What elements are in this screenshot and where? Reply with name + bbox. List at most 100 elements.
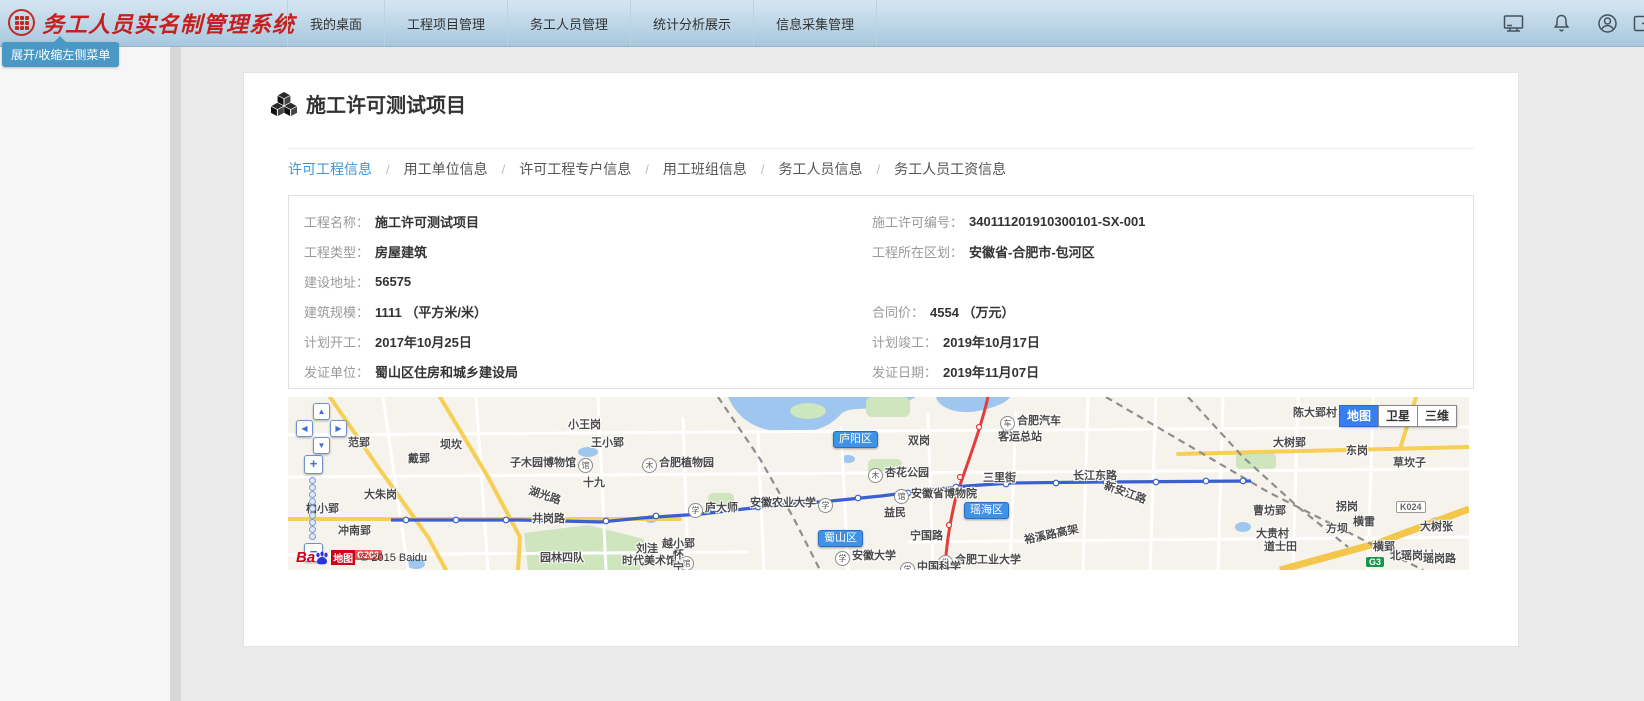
map-label: 十九: [583, 477, 605, 490]
field-building-scale: 建筑规模： 1111 （平方米/米）: [304, 302, 872, 321]
map-label: 大树郢: [1273, 437, 1306, 450]
tab-special-account-info[interactable]: 许可工程专户信息: [519, 159, 631, 179]
map-label: 怀宁: [673, 549, 687, 570]
map-label: 戴郢: [408, 453, 430, 466]
map-label: 井岗路: [532, 513, 565, 526]
poi-icon: 馆: [894, 489, 909, 504]
map-label: 学中国科学: [898, 561, 961, 570]
tab-permit-project-info[interactable]: 许可工程信息: [288, 159, 372, 179]
field-row: 建设地址： 56575: [304, 266, 1473, 296]
nav-statistics[interactable]: 统计分析展示: [630, 0, 753, 46]
map-label: 木合肥植物园: [640, 457, 714, 473]
page-title-row: 施工许可测试项目: [271, 89, 1518, 118]
map-label: 小王岗: [568, 419, 601, 432]
baidu-paw-icon: [315, 551, 329, 565]
collapsed-sidebar: [0, 46, 170, 701]
nav-project-management[interactable]: 工程项目管理: [384, 0, 507, 46]
tab-employer-info[interactable]: 用工单位信息: [404, 159, 488, 179]
nav-my-desktop[interactable]: 我的桌面: [287, 0, 384, 46]
map-label: K024: [1396, 501, 1426, 513]
poi-icon: 学: [900, 562, 915, 570]
map-label: 益民: [884, 507, 906, 520]
tab-separator: /: [645, 162, 649, 177]
map-label: 横雷: [1353, 516, 1375, 529]
grid-menu-icon: [15, 16, 29, 30]
field-row: 发证单位： 蜀山区住房和城乡建设局 发证日期： 2019年11月07日: [304, 356, 1473, 386]
nav-worker-management[interactable]: 务工人员管理: [507, 0, 630, 46]
project-fields-panel: 工程名称： 施工许可测试项目 施工许可编号： 34011120191030010…: [288, 195, 1474, 389]
logout-icon[interactable]: [1632, 12, 1644, 35]
map-label: 王小郢: [591, 437, 624, 450]
field-row: 工程名称： 施工许可测试项目 施工许可编号： 34011120191030010…: [304, 206, 1473, 236]
page-title: 施工许可测试项目: [306, 89, 466, 118]
field-row: 工程类型： 房屋建筑 工程所在区划： 安徽省-合肥市-包河区: [304, 236, 1473, 266]
map-label: 曹坊郢: [1253, 505, 1286, 518]
map-type-switcher: 地图 卫星 三维: [1340, 405, 1457, 427]
map-type-3d-button[interactable]: 三维: [1417, 405, 1457, 427]
map-label: 蜀山区: [818, 530, 863, 547]
map-label: 东岗: [1346, 445, 1368, 458]
app-title: 务工人员实名制管理系统: [42, 7, 295, 39]
map-label: 冲南郢: [338, 525, 371, 538]
pan-up-button[interactable]: ▲: [313, 403, 330, 420]
map-label: 双岗: [908, 435, 930, 448]
map-label: 瑶海区: [964, 502, 1009, 519]
map-label: 学庐大师: [686, 502, 738, 518]
pan-left-button[interactable]: ◀: [296, 420, 313, 437]
map-type-map-button[interactable]: 地图: [1339, 405, 1379, 427]
map-label: 宁国路: [910, 530, 943, 543]
map-label: 木杏花公园: [866, 467, 929, 483]
sidebar-toggle-button[interactable]: [8, 9, 35, 36]
map-label: 学安徽大学: [833, 550, 896, 566]
map-label: 坝坎: [440, 439, 462, 452]
detail-tabs: 许可工程信息 / 用工单位信息 / 许可工程专户信息 / 用工班组信息 / 务工…: [288, 148, 1474, 179]
tab-work-team-info[interactable]: 用工班组信息: [663, 159, 747, 179]
poi-icon: 学: [818, 498, 833, 513]
top-header: 务工人员实名制管理系统 我的桌面 工程项目管理 务工人员管理 统计分析展示 信息…: [0, 0, 1644, 47]
map-label: 大贵村: [1256, 528, 1289, 541]
map-label: 安徽农业大学学: [750, 497, 835, 513]
field-permit-number: 施工许可编号： 340111201910300101-SX-001: [872, 212, 1145, 231]
map-label: 陈大郢村: [1293, 407, 1337, 420]
field-project-type: 工程类型： 房屋建筑: [304, 242, 872, 261]
map-label: 馆安徽省博物院: [892, 488, 977, 504]
field-project-name: 工程名称： 施工许可测试项目: [304, 212, 872, 231]
baidu-map[interactable]: 庐阳区瑶海区蜀山区G206G3K024范郢坝坎戴郢大朱岗柏小郢冲南郢小王岗王小郢…: [288, 397, 1469, 570]
cubes-icon: [271, 92, 297, 116]
poi-icon: 木: [642, 458, 657, 473]
map-label: 园林四队: [540, 552, 584, 565]
field-planned-completion: 计划竣工： 2019年10月17日: [872, 332, 1040, 351]
sidebar-divider[interactable]: [170, 46, 181, 701]
zoom-slider[interactable]: [309, 477, 317, 540]
map-label: 方坝: [1326, 523, 1348, 536]
zoom-in-button[interactable]: +: [304, 455, 323, 474]
nav-info-collection[interactable]: 信息采集管理: [753, 0, 877, 46]
tab-separator: /: [877, 162, 881, 177]
project-detail-card: 施工许可测试项目 许可工程信息 / 用工单位信息 / 许可工程专户信息 / 用工…: [243, 72, 1519, 647]
map-label: G3: [1366, 557, 1384, 567]
tab-worker-salary-info[interactable]: 务工人员工资信息: [894, 159, 1006, 179]
map-label: 子木园博物馆馆: [510, 457, 595, 473]
header-icons: [1484, 0, 1644, 46]
field-row: 建筑规模： 1111 （平方米/米） 合同价： 4554 （万元）: [304, 296, 1473, 326]
baidu-map-wordmark: 地图: [331, 550, 355, 565]
field-row: 计划开工： 2017年10月25日 计划竣工： 2019年10月17日: [304, 326, 1473, 356]
map-label: 大树张: [1420, 521, 1453, 534]
pan-down-button[interactable]: ▼: [313, 437, 330, 454]
tab-separator: /: [502, 162, 506, 177]
poi-icon: 馆: [578, 458, 593, 473]
poi-icon: 学: [835, 551, 850, 566]
tab-separator: /: [761, 162, 765, 177]
poi-icon: 车: [1000, 416, 1015, 431]
map-type-satellite-button[interactable]: 卫星: [1378, 405, 1418, 427]
desktop-icon[interactable]: [1502, 12, 1525, 35]
map-label: 道士田: [1264, 541, 1297, 554]
poi-icon: 学: [688, 503, 703, 518]
bell-icon[interactable]: [1550, 12, 1573, 35]
tab-worker-info[interactable]: 务工人员信息: [779, 159, 863, 179]
pan-right-button[interactable]: ▶: [330, 420, 347, 437]
baidu-logo[interactable]: Ba 地图 © 2015 Baidu: [296, 549, 427, 566]
user-icon[interactable]: [1596, 12, 1619, 35]
map-label: 车合肥汽车客运总站: [998, 415, 1062, 444]
field-contract-price: 合同价： 4554 （万元）: [872, 302, 1015, 321]
